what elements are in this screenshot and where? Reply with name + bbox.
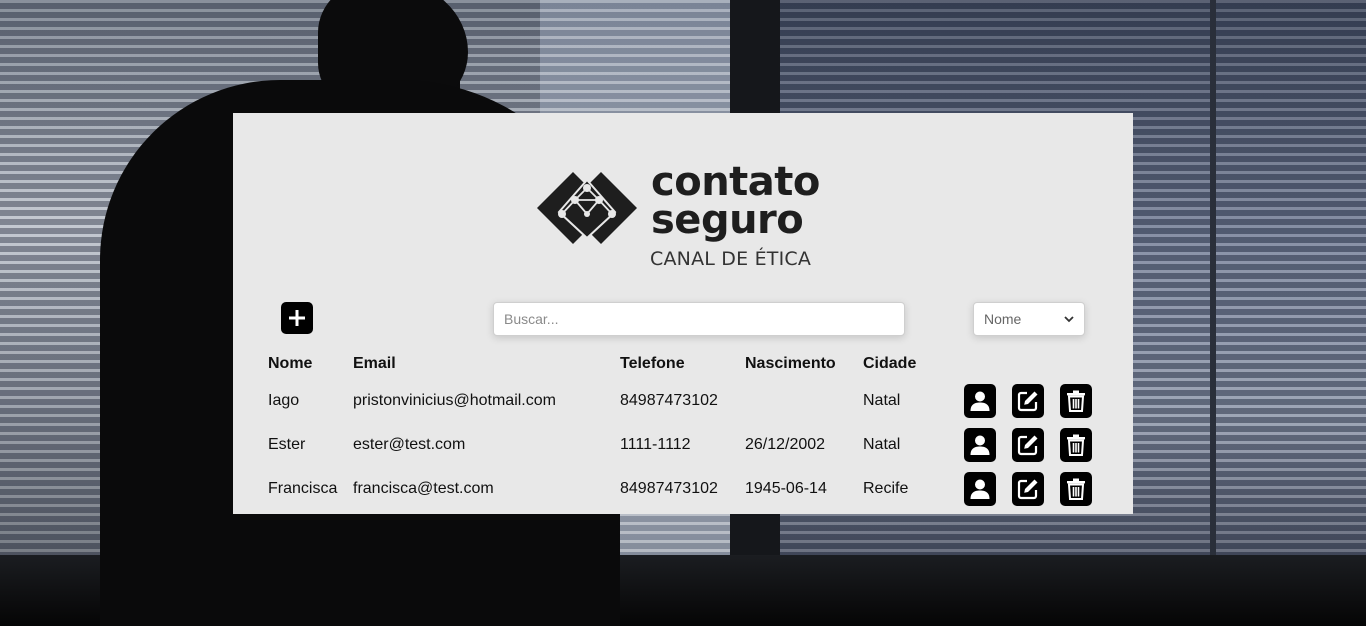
cell-actions — [964, 423, 1124, 467]
brand-name-line1: contato — [651, 159, 820, 205]
table-header-row: Nome Email Telefone Nascimento Cidade — [261, 349, 1124, 379]
view-contact-button[interactable] — [964, 384, 996, 418]
table-row: Ester ester@test.com 1111-1112 26/12/200… — [261, 423, 1124, 467]
cell-nascimento — [738, 379, 856, 423]
edit-contact-button[interactable] — [1012, 384, 1044, 418]
chevron-down-icon — [1064, 315, 1074, 322]
edit-icon — [1017, 479, 1038, 500]
edit-contact-button[interactable] — [1012, 428, 1044, 462]
cell-cidade: Natal — [863, 392, 901, 409]
contacts-card: contato seguro CANAL DE ÉTICA Nome Nome … — [233, 113, 1133, 514]
brand-name-line2: seguro — [651, 197, 804, 243]
logo-mark-icon — [537, 172, 637, 244]
cell-cidade: Natal — [863, 436, 901, 453]
cell-telefone: 1111-1112 — [620, 436, 691, 453]
cell-nome: Francisca — [268, 480, 338, 497]
trash-icon — [1067, 434, 1085, 456]
table-row: Iago pristonvinicius@hotmail.com 8498747… — [261, 379, 1124, 423]
user-icon — [970, 391, 990, 411]
cell-telefone: 84987473102 — [620, 480, 718, 497]
cell-actions — [964, 379, 1124, 423]
search-input[interactable] — [493, 302, 905, 336]
view-contact-button[interactable] — [964, 428, 996, 462]
plus-icon — [289, 310, 305, 326]
table-row: Francisca francisca@test.com 84987473102… — [261, 467, 1124, 511]
brand-subtitle: CANAL DE ÉTICA — [650, 248, 812, 270]
contacts-table: Nome Email Telefone Nascimento Cidade Ia… — [261, 349, 1124, 511]
cell-nascimento: 1945-06-14 — [745, 480, 827, 497]
edit-icon — [1017, 391, 1038, 412]
header-nascimento: Nascimento — [745, 355, 836, 372]
cell-cidade: Recife — [863, 480, 909, 497]
user-icon — [970, 479, 990, 499]
header-telefone: Telefone — [620, 355, 685, 372]
trash-icon — [1067, 390, 1085, 412]
cell-email: francisca@test.com — [353, 480, 494, 497]
header-nome: Nome — [268, 355, 313, 372]
trash-icon — [1067, 478, 1085, 500]
cell-nome: Ester — [268, 436, 306, 453]
brand-logo: contato seguro CANAL DE ÉTICA — [533, 159, 833, 275]
add-contact-button[interactable] — [281, 302, 313, 334]
cell-email: pristonvinicius@hotmail.com — [353, 392, 556, 409]
cell-nascimento: 26/12/2002 — [745, 436, 826, 453]
header-actions — [964, 349, 1124, 379]
cell-nome: Iago — [268, 392, 300, 409]
user-icon — [970, 435, 990, 455]
cell-telefone: 84987473102 — [620, 392, 718, 409]
delete-contact-button[interactable] — [1060, 384, 1092, 418]
header-email: Email — [353, 355, 396, 372]
delete-contact-button[interactable] — [1060, 428, 1092, 462]
edit-contact-button[interactable] — [1012, 472, 1044, 506]
view-contact-button[interactable] — [964, 472, 996, 506]
header-cidade: Cidade — [863, 355, 917, 372]
delete-contact-button[interactable] — [1060, 472, 1092, 506]
sort-selected-value: Nome — [984, 311, 1022, 327]
cell-actions — [964, 467, 1124, 511]
sort-select[interactable]: Nome — [973, 302, 1085, 336]
edit-icon — [1017, 435, 1038, 456]
brand-wordmark: contato seguro — [651, 159, 820, 243]
cell-email: ester@test.com — [353, 436, 466, 453]
